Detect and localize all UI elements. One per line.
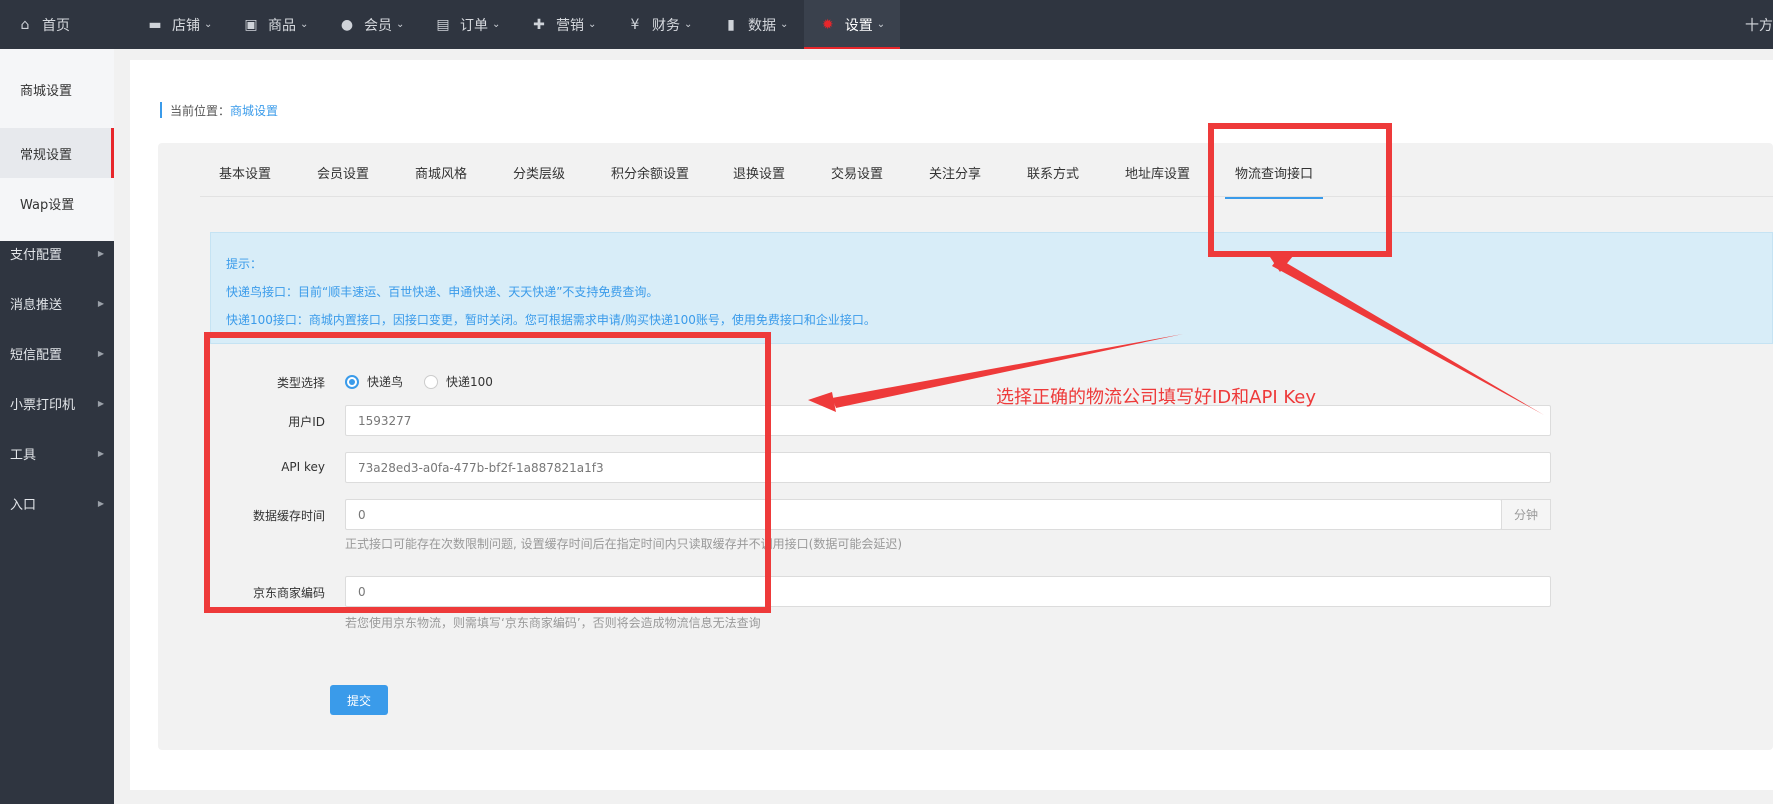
annotation-arrowhead-form xyxy=(808,392,836,412)
annotation-text: 选择正确的物流公司填写好ID和API Key xyxy=(996,387,1316,408)
annotation-arrows xyxy=(808,254,1544,415)
